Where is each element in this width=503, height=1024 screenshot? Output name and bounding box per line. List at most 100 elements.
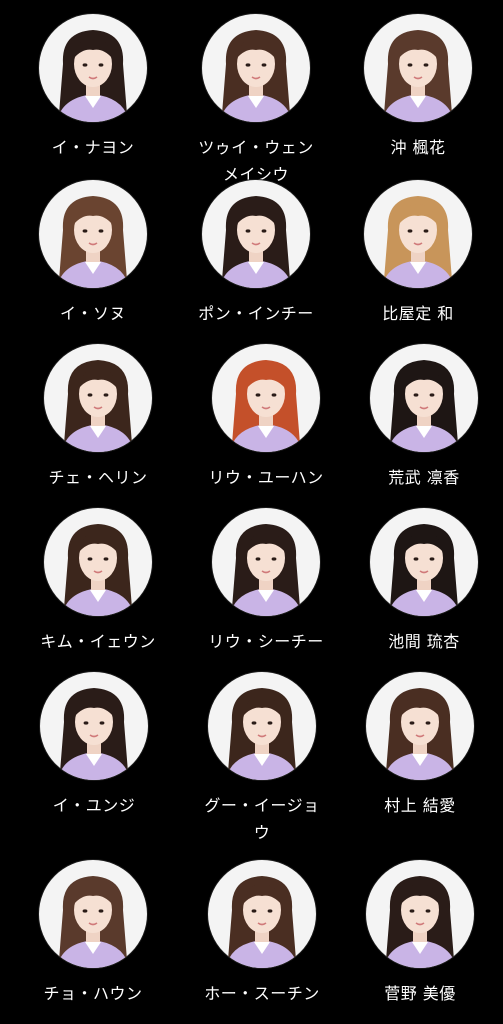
eye-left xyxy=(87,393,93,397)
member-name: 比屋定 和 xyxy=(382,304,454,323)
portrait-illustration xyxy=(220,196,292,288)
eye-left xyxy=(413,557,419,561)
member-portrait xyxy=(212,508,320,616)
member-portrait xyxy=(39,14,147,122)
portrait-illustration xyxy=(220,30,292,122)
member-card[interactable]: グー・イージョウ xyxy=(178,672,346,846)
portrait-illustration xyxy=(62,360,134,452)
eye-left xyxy=(413,393,419,397)
member-name: チョ・ハウン xyxy=(43,984,143,1003)
eye-left xyxy=(407,63,413,67)
member-name: イ・ソヌ xyxy=(59,304,126,323)
member-card[interactable]: 菅野 美優 xyxy=(336,860,503,1007)
member-name: 沖 楓花 xyxy=(390,138,446,157)
eye-right xyxy=(98,63,104,67)
member-portrait xyxy=(370,344,478,452)
portrait-illustration xyxy=(388,524,460,616)
portrait-illustration xyxy=(57,196,129,288)
member-name: 荒武 凛香 xyxy=(388,468,460,487)
member-name: 菅野 美優 xyxy=(384,984,456,1003)
member-portrait xyxy=(366,672,474,780)
member-card[interactable]: イ・ナヨン xyxy=(9,14,177,161)
member-name: イ・ユンジ xyxy=(52,796,136,815)
member-card[interactable]: イ・ソヌ xyxy=(9,180,177,327)
portrait-illustration xyxy=(384,876,456,968)
portrait-illustration xyxy=(382,196,454,288)
portrait-illustration xyxy=(57,876,129,968)
member-name: キム・イェウン xyxy=(40,632,156,651)
portrait-illustration xyxy=(58,688,130,780)
eye-right xyxy=(425,721,431,725)
member-name: 村上 結愛 xyxy=(384,796,456,815)
eye-right xyxy=(429,557,435,561)
eye-left xyxy=(83,721,89,725)
eye-right xyxy=(98,909,104,913)
member-card[interactable]: イ・ユンジ xyxy=(10,672,178,819)
member-portrait xyxy=(370,508,478,616)
eye-right xyxy=(429,393,435,397)
member-name: リウ・ユーハン xyxy=(208,468,324,487)
member-name: ホー・スーチン xyxy=(204,984,320,1003)
eye-left xyxy=(245,229,251,233)
eye-left xyxy=(407,229,413,233)
member-card[interactable]: リウ・シーチー xyxy=(182,508,350,655)
member-card[interactable]: リウ・ユーハン xyxy=(182,344,350,491)
eye-left xyxy=(245,63,251,67)
member-card[interactable]: チョ・ハウン xyxy=(9,860,177,1007)
eye-right xyxy=(261,63,267,67)
member-portrait xyxy=(364,14,472,122)
eye-right xyxy=(99,721,105,725)
eye-left xyxy=(82,909,88,913)
member-portrait xyxy=(208,672,316,780)
member-card[interactable]: 村上 結愛 xyxy=(336,672,503,819)
eye-right xyxy=(261,229,267,233)
member-card[interactable]: 比屋定 和 xyxy=(334,180,502,327)
eye-right xyxy=(425,909,431,913)
portrait-illustration xyxy=(226,876,298,968)
member-name: チェ・ヘリン xyxy=(48,468,148,487)
member-card[interactable]: キム・イェウン xyxy=(14,508,182,655)
member-name: グー・イージョウ xyxy=(204,796,320,842)
portrait-illustration xyxy=(57,30,129,122)
portrait-illustration xyxy=(226,688,298,780)
eye-right xyxy=(103,557,109,561)
member-portrait xyxy=(366,860,474,968)
member-portrait xyxy=(202,14,310,122)
eye-left xyxy=(82,229,88,233)
eye-left xyxy=(255,557,261,561)
member-name: イ・ナヨン xyxy=(51,138,135,157)
member-portrait xyxy=(202,180,310,288)
eye-left xyxy=(255,393,261,397)
member-portrait xyxy=(44,344,152,452)
eye-left xyxy=(82,63,88,67)
member-portrait xyxy=(44,508,152,616)
eye-left xyxy=(409,909,415,913)
member-card[interactable]: 荒武 凛香 xyxy=(340,344,503,491)
member-card[interactable]: 池間 琉杏 xyxy=(340,508,503,655)
portrait-illustration xyxy=(382,30,454,122)
member-card[interactable]: 沖 楓花 xyxy=(334,14,502,161)
portrait-illustration xyxy=(384,688,456,780)
member-card[interactable]: チェ・ヘリン xyxy=(14,344,182,491)
member-name: リウ・シーチー xyxy=(208,632,324,651)
eye-right xyxy=(271,393,277,397)
portrait-illustration xyxy=(230,524,302,616)
member-name: ポン・インチー xyxy=(198,304,314,323)
eye-right xyxy=(267,909,273,913)
eye-right xyxy=(423,229,429,233)
portrait-illustration xyxy=(388,360,460,452)
member-name: 池間 琉杏 xyxy=(388,632,460,651)
eye-right xyxy=(103,393,109,397)
eye-left xyxy=(87,557,93,561)
member-card[interactable]: ホー・スーチン xyxy=(178,860,346,1007)
member-card[interactable]: ツゥイ・ウェンメイシウ xyxy=(172,14,340,188)
member-portrait xyxy=(39,860,147,968)
eye-left xyxy=(409,721,415,725)
member-portrait xyxy=(364,180,472,288)
member-portrait xyxy=(212,344,320,452)
eye-left xyxy=(251,909,257,913)
eye-right xyxy=(423,63,429,67)
portrait-illustration xyxy=(62,524,134,616)
member-card[interactable]: ポン・インチー xyxy=(172,180,340,327)
eye-right xyxy=(98,229,104,233)
